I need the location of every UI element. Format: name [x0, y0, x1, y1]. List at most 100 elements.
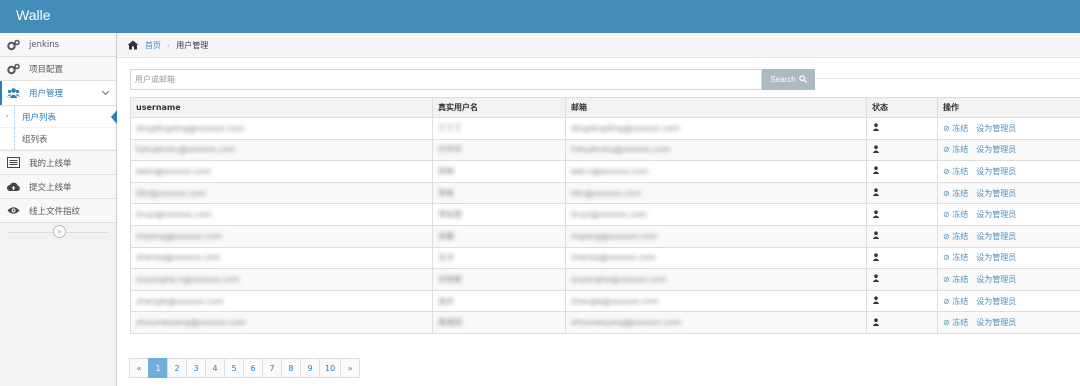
- users-icon: [7, 87, 20, 99]
- cogs-icon: [7, 39, 20, 51]
- cell-actions: ⊘ 冻结 设为管理员: [937, 181, 1080, 205]
- set-admin-link[interactable]: 设为管理员: [976, 253, 1016, 262]
- freeze-label: 冻结: [952, 210, 969, 220]
- cell-actions: ⊘ 冻结 设为管理员: [937, 203, 1080, 226]
- pagination-prev-button[interactable]: «: [129, 358, 149, 378]
- chevron-down-icon[interactable]: [101, 87, 110, 96]
- pagination-page-8[interactable]: 8: [281, 358, 301, 378]
- sidebar-item-jenkins[interactable]: jenkins: [0, 33, 116, 57]
- freeze-link[interactable]: ⊘ 冻结: [943, 189, 968, 198]
- pagination-page-10[interactable]: 10: [319, 358, 342, 378]
- column-header-realname: 真实用户名: [432, 97, 566, 118]
- user-icon: [872, 253, 880, 261]
- sidebar-item-label: 提交上线单: [29, 182, 72, 193]
- freeze-label: 冻结: [952, 188, 969, 198]
- set-admin-link[interactable]: 设为管理员: [976, 275, 1016, 284]
- cell-actions: ⊘ 冻结 设为管理员: [937, 268, 1080, 291]
- freeze-link[interactable]: ⊘ 冻结: [943, 124, 968, 133]
- cell-email: mipeng@xxxxxx.com: [565, 224, 867, 248]
- pagination-page-2[interactable]: 2: [167, 358, 187, 378]
- brand-logo[interactable]: Walle: [16, 7, 51, 23]
- breadcrumb-current: 用户管理: [176, 40, 209, 50]
- table-row: kelin@xxxxxx.com 柯林 keli.n@xxxxxx.com ⊘ 冻结设…: [130, 160, 1080, 183]
- caret-right-icon: ›: [6, 112, 9, 120]
- pagination-page-9[interactable]: 9: [300, 358, 320, 378]
- cell-email: fuhuahuhu@xxxxxx.com: [565, 138, 867, 162]
- freeze-link[interactable]: ⊘ 冻结: [943, 145, 968, 154]
- pagination-page-1[interactable]: 1: [148, 358, 168, 378]
- double-chevron-icon[interactable]: »: [53, 225, 66, 238]
- freeze-link[interactable]: ⊘ 冻结: [943, 167, 968, 176]
- cell-realname: 李林: [432, 181, 566, 205]
- cell-username: mipeng@xxxxxx.com: [130, 224, 433, 248]
- search-button[interactable]: Search: [762, 69, 815, 90]
- sidebar-item-user-management[interactable]: 用户管理: [0, 81, 116, 106]
- search-input[interactable]: [130, 69, 762, 90]
- sidebar: jenkins 项目配置 用户管理 › 用户列表 组列表 我的上线单 提交上线单: [0, 33, 117, 386]
- pagination: «1 2 3 4 5 6 7 8 9 10»: [129, 358, 361, 378]
- user-icon: [872, 145, 880, 153]
- freeze-link[interactable]: ⊘ 冻结: [943, 253, 968, 262]
- sidebar-subitem-user-list[interactable]: › 用户列表: [0, 106, 117, 128]
- freeze-label: 冻结: [952, 274, 969, 284]
- cell-realname: 李如意: [432, 203, 566, 226]
- cell-status: [866, 117, 938, 140]
- cell-username: dingdingding@xxxxxx.com: [130, 117, 433, 140]
- freeze-link[interactable]: ⊘ 冻结: [943, 297, 968, 306]
- user-icon: [872, 231, 880, 240]
- cell-username: zhangle@xxxxxx.com: [130, 289, 433, 313]
- sidebar-item-my-deploys[interactable]: 我的上线单: [0, 151, 116, 175]
- breadcrumb-home-link[interactable]: 首页: [145, 40, 161, 51]
- set-admin-link[interactable]: 设为管理员: [976, 210, 1016, 219]
- table-row: dingdingding@xxxxxx.com 丁丁丁 dingdingding@x…: [130, 117, 1080, 140]
- pagination-page-3[interactable]: 3: [186, 358, 206, 378]
- sidebar-item-file-fingerprint[interactable]: 线上文件指纹: [0, 199, 116, 223]
- pagination-next-button[interactable]: »: [340, 358, 361, 378]
- freeze-link[interactable]: ⊘ 冻结: [943, 275, 968, 284]
- freeze-link[interactable]: ⊘ 冻结: [943, 232, 968, 241]
- cell-actions: ⊘ 冻结 设为管理员: [937, 138, 1080, 162]
- breadcrumb-separator: ›: [167, 40, 171, 50]
- freeze-link[interactable]: ⊘ 冻结: [943, 318, 968, 327]
- table-row: fuhuahuhu@xxxxxx.com 付华华 fuhuahuhu@xxxxxx.…: [130, 138, 1080, 162]
- cell-email: lilin@xxxxxx.com: [565, 181, 867, 205]
- cell-username: shenka@xxxxxx.com: [130, 246, 433, 270]
- cell-status: [866, 224, 938, 248]
- set-admin-link[interactable]: 设为管理员: [976, 124, 1016, 133]
- cell-email: shenka@xxxxxx.com: [565, 246, 867, 270]
- cell-realname: 付华华: [432, 138, 566, 162]
- cell-status: [866, 268, 938, 291]
- pagination-page-5[interactable]: 5: [224, 358, 244, 378]
- column-header-actions: 操作: [937, 97, 1080, 118]
- cell-email: xuyanghe@xxxxxx.com: [565, 268, 867, 291]
- column-header-email: 邮箱: [565, 97, 867, 118]
- set-admin-link[interactable]: 设为管理员: [976, 318, 1016, 327]
- table-row: liruyi@xxxxxx.com 李如意 liruyi@xxxxxx.com ⊘ 冻…: [130, 203, 1080, 226]
- cell-status: [866, 311, 938, 334]
- cell-username: fuhuahuhu@xxxxxx.com: [130, 138, 433, 162]
- set-admin-link[interactable]: 设为管理员: [976, 167, 1016, 176]
- sidebar-item-label: 用户管理: [29, 89, 64, 99]
- freeze-link[interactable]: ⊘ 冻结: [943, 210, 968, 219]
- sidebar-item-submit-deploy[interactable]: 提交上线单: [0, 175, 116, 199]
- user-table: username 真实用户名 邮箱 状态 操作 dingdingding@xxx…: [130, 97, 1080, 334]
- home-icon: [127, 40, 139, 50]
- user-icon: [872, 210, 880, 218]
- submenu-user-management: › 用户列表 组列表: [0, 106, 117, 151]
- set-admin-link[interactable]: 设为管理员: [976, 297, 1016, 306]
- pagination-page-7[interactable]: 7: [262, 358, 282, 378]
- cell-realname: 张乐: [432, 289, 566, 313]
- pagination-page-4[interactable]: 4: [205, 358, 225, 378]
- sidebar-subitem-group-list[interactable]: 组列表: [0, 128, 116, 150]
- cell-realname: 沈卡: [432, 246, 566, 270]
- pagination-page-6[interactable]: 6: [243, 358, 263, 378]
- set-admin-link[interactable]: 设为管理员: [976, 232, 1016, 241]
- cell-actions: ⊘ 冻结 设为管理员: [937, 289, 1080, 313]
- cell-username: xuyanghe.n@xxxxxx.com: [130, 268, 433, 291]
- set-admin-link[interactable]: 设为管理员: [976, 189, 1016, 198]
- cell-realname: 柯林: [432, 160, 566, 183]
- cell-status: [866, 203, 938, 226]
- cell-status: [866, 289, 938, 313]
- sidebar-item-project-config[interactable]: 项目配置: [0, 57, 116, 81]
- set-admin-link[interactable]: 设为管理员: [976, 145, 1016, 154]
